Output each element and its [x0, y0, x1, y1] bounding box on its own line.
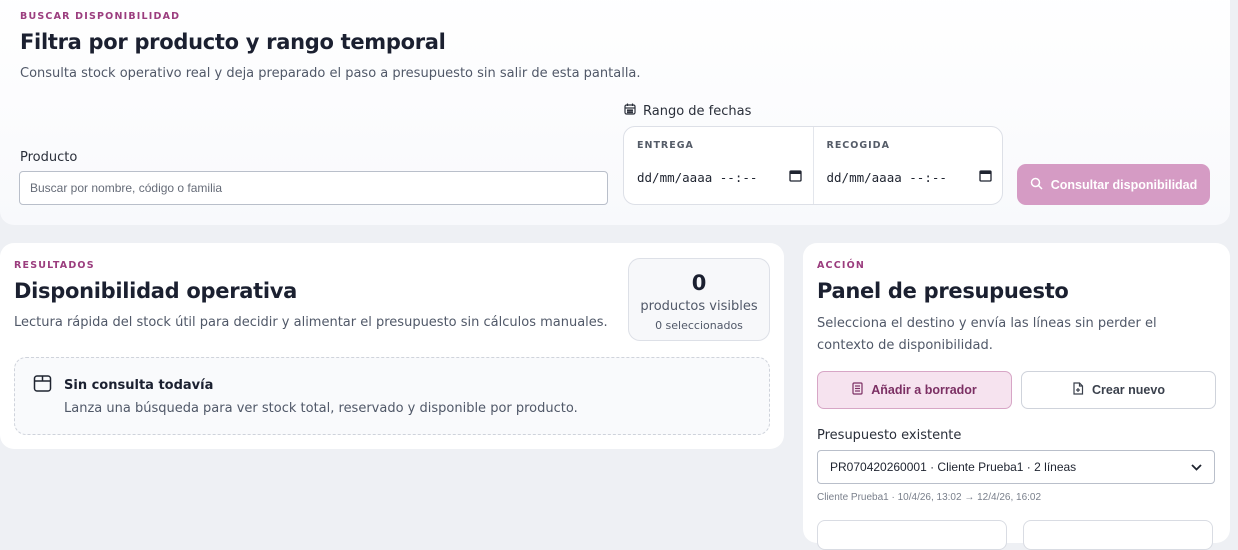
chevron-down-icon [1191, 460, 1202, 474]
empty-state: Sin consulta todavía Lanza una búsqueda … [14, 357, 770, 435]
consult-availability-label: Consultar disponibilidad [1050, 177, 1198, 192]
delivery-datetime-input[interactable]: dd/mm/aaaa --:-- [637, 167, 802, 187]
search-icon [1030, 177, 1043, 193]
pickup-datetime-value: dd/mm/aaaa --:-- [826, 169, 947, 185]
search-eyebrow: BUSCAR DISPONIBILIDAD [20, 11, 181, 22]
date-range-label: Rango de fechas [624, 103, 751, 119]
date-range-label-text: Rango de fechas [643, 103, 752, 119]
new-file-icon [1072, 382, 1084, 398]
existing-budget-value: PR070420260001 · Cliente Prueba1 · 2 lín… [830, 460, 1077, 474]
delivery-datetime-value: dd/mm/aaaa --:-- [637, 169, 758, 185]
document-icon [852, 382, 863, 398]
selected-count: 0 seleccionados [655, 319, 743, 332]
pickup-label: RECOGIDA [826, 140, 890, 151]
delivery-field: ENTREGA dd/mm/aaaa --:-- [624, 127, 813, 204]
search-card: BUSCAR DISPONIBILIDAD Filtra por product… [0, 0, 1230, 225]
counter-value: 0 [691, 271, 707, 295]
action-eyebrow: ACCIÓN [817, 260, 866, 271]
action-description: Selecciona el destino y envía las líneas… [817, 316, 1157, 353]
delivery-label: ENTREGA [637, 140, 694, 151]
pickup-field: RECOGIDA dd/mm/aaaa --:-- [812, 127, 1003, 204]
package-icon [33, 374, 52, 397]
results-title: Disponibilidad operativa [14, 279, 298, 303]
date-range-box: ENTREGA dd/mm/aaaa --:-- RECOGIDA dd/mm/… [623, 126, 1003, 205]
results-eyebrow: RESULTADOS [14, 260, 95, 271]
product-label: Producto [20, 150, 78, 165]
search-title: Filtra por producto y rango temporal [20, 30, 446, 54]
visible-products-counter: 0 productos visibles 0 seleccionados [628, 258, 770, 341]
empty-state-description: Lanza una búsqueda para ver stock total,… [64, 401, 578, 416]
search-description: Consulta stock operativo real y deja pre… [20, 66, 641, 81]
pickup-datetime-input[interactable]: dd/mm/aaaa --:-- [827, 167, 992, 187]
results-card: RESULTADOS Disponibilidad operativa Lect… [0, 243, 784, 449]
add-to-draft-label: Añadir a borrador [871, 383, 977, 397]
product-search-input[interactable] [19, 171, 608, 205]
action-title: Panel de presupuesto [817, 279, 1069, 303]
calendar-picker-icon[interactable] [978, 169, 992, 185]
counter-label: productos visibles [640, 299, 758, 314]
results-description: Lectura rápida del stock útil para decid… [14, 315, 608, 330]
create-new-button[interactable]: Crear nuevo [1021, 371, 1216, 409]
empty-state-title: Sin consulta todavía [64, 378, 214, 393]
consult-availability-button[interactable]: Consultar disponibilidad [1017, 164, 1210, 205]
existing-budget-meta: Cliente Prueba1 · 10/4/26, 13:02 → 12/4/… [817, 492, 1042, 503]
create-new-label: Crear nuevo [1092, 383, 1165, 397]
calendar-icon [624, 103, 636, 119]
budget-panel-card: ACCIÓN Panel de presupuesto Selecciona e… [803, 243, 1230, 550]
existing-budget-label: Presupuesto existente [817, 428, 962, 443]
calendar-picker-icon[interactable] [789, 169, 802, 185]
add-to-draft-button[interactable]: Añadir a borrador [817, 371, 1012, 409]
existing-budget-select[interactable]: PR070420260001 · Cliente Prueba1 · 2 lín… [817, 450, 1215, 484]
